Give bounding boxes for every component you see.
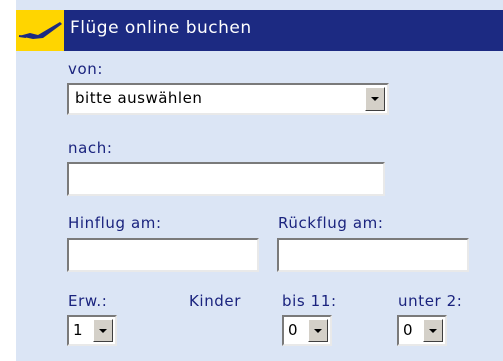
to-label: nach: (68, 139, 113, 157)
children-under-2-label: unter 2: (398, 292, 463, 310)
under11-select[interactable]: 0 (282, 315, 332, 346)
return-date-label: Rückflug am: (278, 214, 384, 232)
under2-select-value: 0 (403, 321, 414, 339)
chevron-down-icon[interactable] (423, 319, 443, 342)
outbound-date-label: Hinflug am: (68, 214, 162, 232)
from-label: von: (68, 60, 104, 78)
return-date-input[interactable] (277, 238, 469, 272)
children-under-11-label: bis 11: (282, 292, 337, 310)
children-label: Kinder (189, 292, 242, 310)
adults-select[interactable]: 1 (67, 315, 117, 346)
airplane-icon (16, 10, 64, 51)
chevron-down-icon[interactable] (93, 319, 113, 342)
adults-label: Erw.: (68, 292, 108, 310)
outbound-date-input[interactable] (67, 238, 259, 272)
widget-header: Flüge online buchen (16, 10, 503, 51)
adults-select-value: 1 (73, 321, 84, 339)
chevron-down-icon[interactable] (365, 87, 385, 111)
flight-booking-widget: Flüge online buchen von: bitte auswählen… (16, 0, 503, 361)
header-title: Flüge online buchen (70, 18, 252, 38)
under11-select-value: 0 (288, 321, 299, 339)
from-select-value: bitte auswählen (75, 89, 203, 107)
under2-select[interactable]: 0 (397, 315, 447, 346)
from-select[interactable]: bitte auswählen (67, 83, 389, 115)
chevron-down-icon[interactable] (308, 319, 328, 342)
to-input[interactable] (67, 162, 385, 196)
